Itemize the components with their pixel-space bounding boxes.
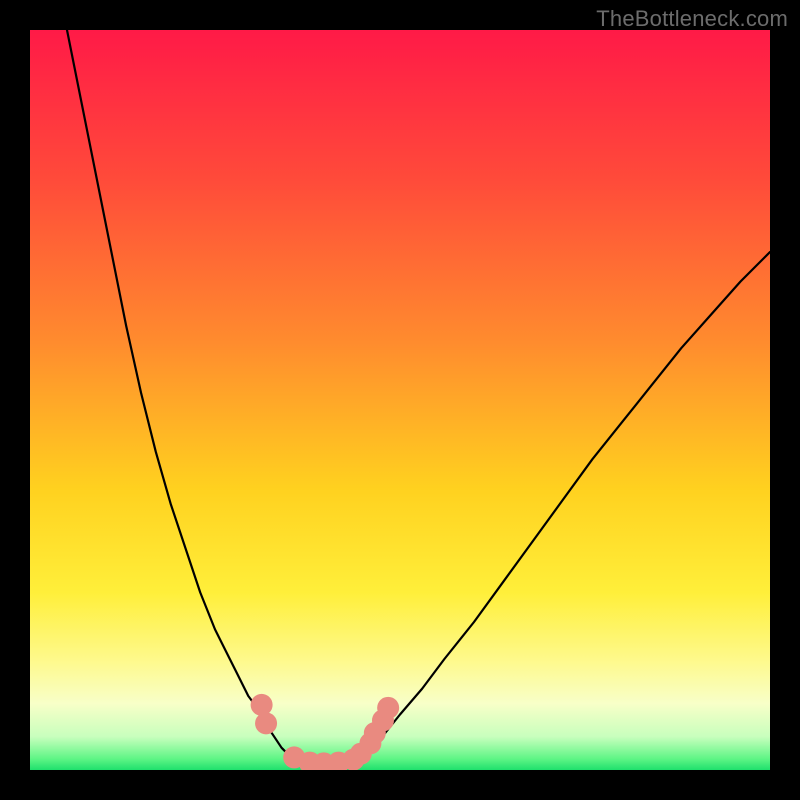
gradient-background — [30, 30, 770, 770]
marker-dot — [251, 694, 273, 716]
marker-dot — [377, 697, 399, 719]
outer-frame: TheBottleneck.com — [0, 0, 800, 800]
plot-area — [30, 30, 770, 770]
marker-dot — [255, 712, 277, 734]
watermark-text: TheBottleneck.com — [596, 6, 788, 32]
plot-svg — [30, 30, 770, 770]
